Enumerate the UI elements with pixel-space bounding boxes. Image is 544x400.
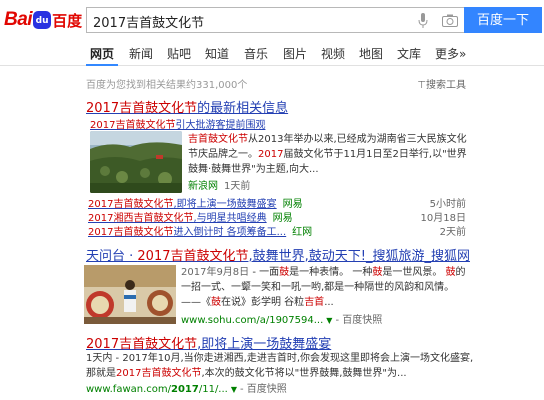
snippet-text: ... (324, 297, 334, 308)
sub-highlight: 2017吉首鼓文化节 (90, 120, 176, 131)
result1-title[interactable]: 2017吉首鼓文化节的最新相关信息 (86, 97, 288, 116)
tab-images[interactable]: 图片 (283, 45, 307, 62)
title-highlight: 2017吉首鼓文化节 (86, 337, 198, 352)
news-item: 2017吉首鼓文化节,即将上演一场鼓舞盛宴 网易 5小时前 (88, 195, 466, 210)
snippet-text: ,本次的鼓文化节将以"世界鼓舞,鼓舞世界"为... (201, 368, 407, 379)
url-text: /11/... (198, 384, 228, 395)
result3-title[interactable]: 2017吉首鼓文化节,即将上演一场鼓舞盛宴 (86, 333, 331, 352)
snippet-date: 2017年9月8日 (181, 267, 250, 278)
tab-tieba[interactable]: 贴吧 (167, 45, 191, 62)
snippet-highlight: 鼓 (279, 267, 290, 278)
source-name: 新浪网 (188, 181, 218, 192)
snippet-text: 在说》彭学明 谷粒 (221, 297, 305, 308)
tab-music[interactable]: 音乐 (244, 45, 268, 62)
news-date: 5小时前 (429, 199, 466, 210)
snippet-text: 是一世风景。 (382, 267, 446, 278)
tab-more[interactable]: 更多» (435, 45, 466, 62)
title-text: ,即将上演一场鼓舞盛宴 (197, 337, 332, 352)
tab-map[interactable]: 地图 (359, 45, 383, 62)
header: Bai du 百度 2017吉首鼓文化节 百度一下 (0, 0, 544, 40)
logo-text-bai: Bai (4, 9, 33, 30)
news-source: 红网 (292, 227, 313, 238)
search-tools[interactable]: ⊤搜索工具 (417, 76, 466, 91)
search-tabs: 网页 新闻 贴吧 知道 音乐 图片 视频 地图 文库 更多» (0, 40, 544, 66)
source-time: 1天前 (224, 181, 251, 192)
news-date: 10月18日 (420, 213, 466, 224)
tab-video[interactable]: 视频 (321, 45, 345, 62)
snippet-highlight: 吉首 (304, 297, 325, 308)
title-highlight: 2017吉首鼓文化节 (86, 101, 198, 116)
title-text: 的最新相关信息 (197, 101, 289, 116)
snippet-text: - 一面 (249, 267, 280, 278)
result1-thumbnail[interactable] (90, 131, 182, 193)
filter-icon: ⊤ (417, 80, 426, 91)
result-count: 百度为您找到相关结果约331,000个 (86, 80, 248, 91)
tab-zhidao[interactable]: 知道 (205, 45, 229, 62)
snippet-highlight: 2017 (258, 149, 284, 160)
snippet-highlight: 鼓 (445, 267, 456, 278)
title-text: 天问台 · (86, 249, 138, 264)
tab-wenku[interactable]: 文库 (397, 45, 421, 62)
camera-icon[interactable] (442, 14, 458, 27)
result1-subtitle-link[interactable]: 2017吉首鼓文化节引大批游客提前围观 (90, 116, 265, 131)
result3-snippet: 1天内 - 2017年10月,当你走进湘西,走进吉首时,你会发现这里即将会上演一… (86, 351, 476, 381)
news-link[interactable]: 2017吉首鼓文化节进入倒计时 各项筹备工... (88, 227, 286, 238)
microphone-icon[interactable] (418, 13, 428, 29)
news-item: 2017吉首鼓文化节进入倒计时 各项筹备工... 红网 2天前 (88, 223, 466, 238)
tab-news[interactable]: 新闻 (129, 45, 153, 62)
result2-title[interactable]: 天问台 · 2017吉首鼓文化节,鼓舞世界,鼓动天下!_搜狐旅游_搜狐网 (86, 245, 470, 264)
news-date: 2天前 (439, 227, 466, 238)
result2-snippet: 2017年9月8日 - 一面鼓是一种表情。 一种鼓是一世风景。 鼓的一招一式、一… (181, 265, 471, 310)
sub-text: 引大批游客提前围观 (175, 120, 266, 131)
snippet-highlight: 鼓 (211, 297, 221, 308)
news-highlight: 2017吉首鼓文化节 (88, 227, 174, 238)
search-tools-label: 搜索工具 (426, 80, 466, 91)
news-item: 2017湘西吉首鼓文化节,与明星共唱经典 网易 10月18日 (88, 209, 466, 224)
baidu-logo[interactable]: Bai du 百度 (4, 9, 82, 31)
tab-web[interactable]: 网页 (90, 45, 114, 62)
cache-link[interactable]: 百度快照 (342, 315, 382, 326)
result1-snippet: 吉首鼓文化节从2013年举办以来,已经成为湖南省三大民族文化节庆品牌之一。201… (188, 132, 468, 177)
dropdown-arrow-icon[interactable]: ▼ (326, 316, 332, 325)
paw-icon: du (33, 11, 52, 29)
url-text: www.sohu.com/a/1907594... (181, 315, 324, 326)
result3-url[interactable]: www.fawan.com/2017/11/... ▼ - 百度快照 (86, 380, 287, 395)
url-text: www.fawan.com/ (86, 384, 171, 395)
url-highlight: 2017 (171, 384, 199, 395)
result2-url[interactable]: www.sohu.com/a/1907594... ▼ - 百度快照 (181, 311, 382, 326)
cache-link[interactable]: 百度快照 (247, 384, 287, 395)
snippet-highlight: 吉首鼓文化节 (188, 134, 248, 145)
logo-text-baidu: 百度 (52, 11, 83, 30)
search-input[interactable]: 2017吉首鼓文化节 (86, 7, 464, 33)
title-highlight: 2017吉首鼓文化节 (137, 249, 249, 264)
search-button[interactable]: 百度一下 (464, 7, 542, 33)
result2-thumbnail[interactable] (84, 265, 176, 324)
snippet-highlight: 2017吉首鼓文化节 (116, 368, 202, 379)
dropdown-arrow-icon[interactable]: ▼ (231, 385, 237, 394)
title-text: ,鼓舞世界,鼓动天下!_搜狐旅游_搜狐网 (248, 249, 470, 264)
result1-source: 新浪网 1天前 (188, 177, 250, 192)
search-query: 2017吉首鼓文化节 (93, 16, 205, 31)
active-tab-indicator (86, 64, 118, 66)
snippet-highlight: 鼓 (372, 267, 383, 278)
news-text: 进入倒计时 各项筹备工... (173, 227, 287, 238)
snippet-text: 是一种表情。 一种 (289, 267, 373, 278)
